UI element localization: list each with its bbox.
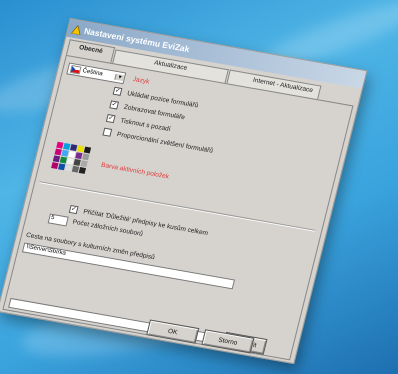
stage: Nastavení systému EviZak Obecné Aktualiz… <box>0 0 398 374</box>
backup-count-input[interactable]: 5 <box>47 213 69 227</box>
show-forms-checkbox[interactable]: ✓ <box>109 100 120 110</box>
option-important-total-label: Přičítat 'Důležité' předpisy ke kusům ce… <box>82 207 209 237</box>
general-panel: Čeština ▼ Jazyk ✓ Ukládat pozice formulá… <box>2 54 354 361</box>
option-language-label: Jazyk <box>131 75 151 86</box>
chevron-down-icon[interactable]: ▼ <box>114 73 125 82</box>
czech-flag-icon <box>69 65 82 75</box>
palette-swatch[interactable] <box>78 167 87 174</box>
palette-swatch[interactable] <box>83 146 92 154</box>
option-print-background-label: Tisknout s pozadí <box>119 116 172 133</box>
option-proportional-zoom[interactable]: Proporcionální zvětšení formulářů <box>102 127 214 155</box>
settings-window: Nastavení systému EviZak Obecné Aktualiz… <box>0 18 368 365</box>
option-active-color-label: Barva aktivních položek <box>100 161 170 181</box>
option-proportional-zoom-label: Proporcionální zvětšení formulářů <box>116 130 214 155</box>
save-positions-checkbox[interactable]: ✓ <box>112 86 123 96</box>
cancel-button-label: Storno <box>217 336 239 347</box>
palette-swatch[interactable] <box>80 160 88 168</box>
option-language: Jazyk <box>132 76 150 86</box>
language-select[interactable]: Čeština ▼ <box>66 62 127 85</box>
palette-swatch[interactable] <box>82 153 90 161</box>
ok-button-label: OK <box>167 327 179 336</box>
proportional-zoom-checkbox[interactable] <box>102 127 113 137</box>
print-background-checkbox[interactable]: ✓ <box>105 114 116 124</box>
warning-app-icon <box>71 24 81 35</box>
important-total-checkbox[interactable]: ✓ <box>68 204 79 215</box>
color-palette[interactable] <box>51 141 92 174</box>
option-active-color: Barva aktivních položek <box>100 162 169 181</box>
language-select-value: Čeština <box>81 68 104 78</box>
